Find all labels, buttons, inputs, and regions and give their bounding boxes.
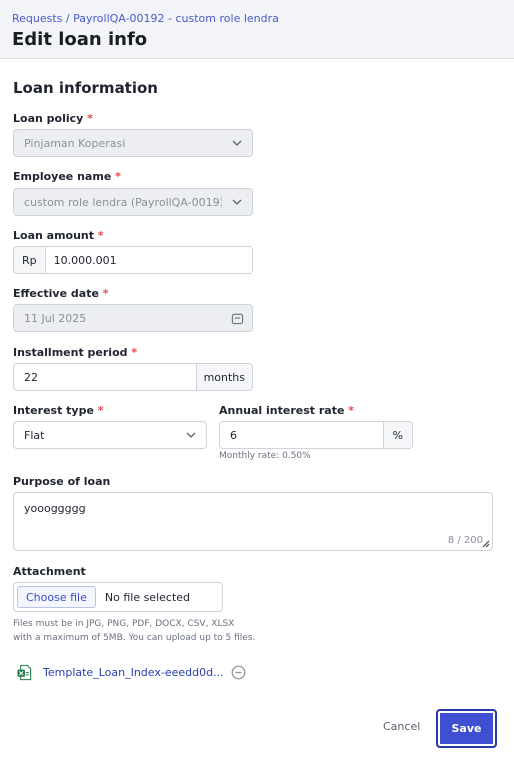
interest-type-label: Interest type * — [13, 404, 104, 417]
loan-amount-label: Loan amount * — [13, 229, 104, 242]
employee-name-value: custom role lendra (PayrollQA-00192 — [24, 195, 221, 209]
months-suffix: months — [195, 364, 252, 390]
effective-date-input[interactable]: 11 Jul 2025 — [13, 304, 253, 332]
percent-suffix: % — [382, 422, 412, 448]
loan-amount-value: 10.000.001 — [53, 253, 117, 267]
attached-file-item — [16, 662, 33, 682]
effective-date-value: 11 Jul 2025 — [24, 311, 87, 325]
chevron-down-icon — [222, 130, 252, 156]
choose-file-button[interactable]: Choose file — [17, 586, 96, 608]
loan-policy-value: Pinjaman Koperasi — [24, 136, 126, 150]
purpose-label: Purpose of loan — [13, 475, 111, 488]
interest-type-select[interactable]: Flat — [13, 421, 207, 449]
annual-interest-rate-value: 6 — [230, 428, 237, 442]
excel-file-icon — [17, 664, 32, 680]
attached-file-link[interactable]: Template_Loan_Index-eeedd0d... — [43, 666, 224, 679]
file-input[interactable]: Choose file No file selected — [13, 582, 223, 612]
breadcrumb[interactable]: Requests / PayrollQA-00192 - custom role… — [12, 12, 279, 25]
section-title: Loan information — [13, 79, 158, 97]
loan-amount-input[interactable]: Rp 10.000.001 — [13, 246, 253, 274]
installment-period-label: Installment period * — [13, 346, 138, 359]
calendar-icon — [222, 305, 252, 331]
remove-file-icon[interactable] — [231, 665, 246, 680]
attachment-label: Attachment — [13, 565, 86, 578]
installment-period-value: 22 — [24, 370, 38, 384]
attachment-help-line2: with a maximum of 5MB. You can upload up… — [13, 633, 256, 643]
resize-handle-icon[interactable] — [481, 539, 490, 548]
page-header: Requests / PayrollQA-00192 - custom role… — [0, 0, 514, 59]
character-counter: 8 / 200 — [447, 535, 483, 546]
annual-interest-rate-input[interactable]: 6 % — [219, 421, 413, 449]
employee-name-label: Employee name * — [13, 170, 121, 183]
chevron-down-icon — [222, 189, 252, 215]
annual-interest-rate-label: Annual interest rate * — [219, 404, 355, 417]
currency-prefix: Rp — [14, 247, 46, 273]
effective-date-label: Effective date * — [13, 287, 109, 300]
chevron-down-icon — [176, 422, 206, 448]
interest-type-value: Flat — [24, 428, 45, 442]
monthly-rate-hint: Monthly rate: 0.50% — [219, 451, 311, 461]
cancel-button[interactable]: Cancel — [383, 720, 420, 733]
file-status: No file selected — [104, 590, 191, 604]
save-button[interactable]: Save — [436, 709, 497, 748]
loan-policy-select[interactable]: Pinjaman Koperasi — [13, 129, 253, 157]
purpose-textarea[interactable]: yoooggggg 8 / 200 — [13, 492, 493, 551]
purpose-value: yoooggggg — [24, 502, 86, 515]
employee-name-select[interactable]: custom role lendra (PayrollQA-00192 — [13, 188, 253, 216]
loan-policy-label: Loan policy * — [13, 112, 93, 125]
page-title: Edit loan info — [12, 29, 148, 50]
attachment-help-line1: Files must be in JPG, PNG, PDF, DOCX, CS… — [13, 619, 235, 629]
installment-period-input[interactable]: 22 months — [13, 363, 253, 391]
